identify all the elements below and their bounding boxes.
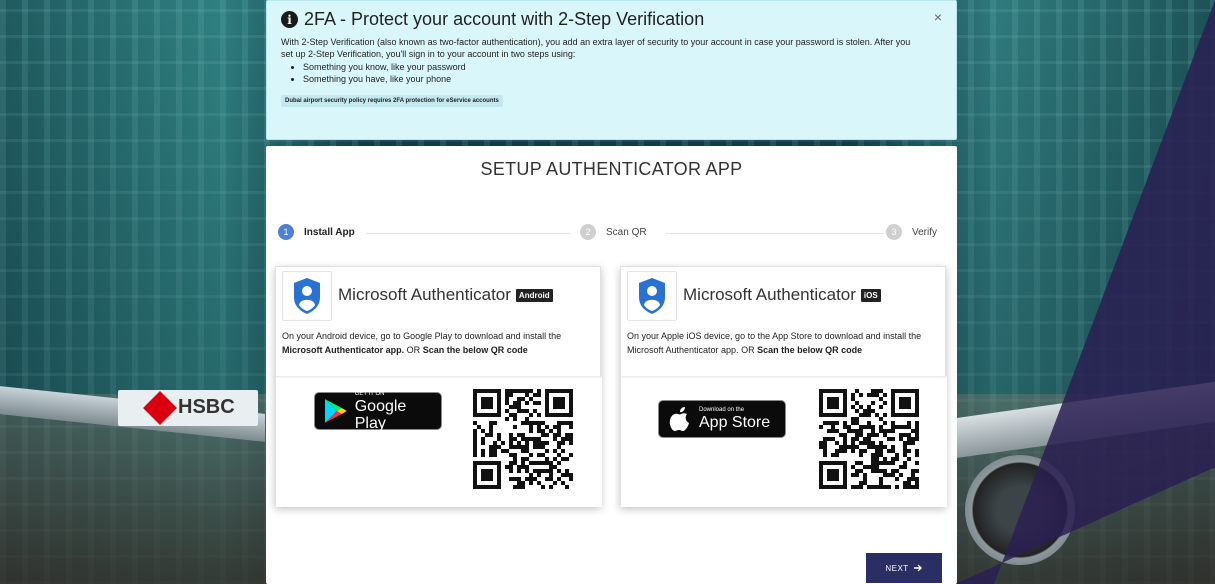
twofa-alert: i 2FA - Protect your account with 2-Step…: [266, 0, 957, 140]
ios-card: Microsoft Authenticator iOS On your Appl…: [620, 266, 947, 507]
card-header: Microsoft Authenticator Android: [276, 267, 600, 327]
store-big-text: App Store: [699, 414, 771, 431]
qr-code: [819, 389, 919, 489]
app-name: Microsoft Authenticator: [683, 285, 856, 304]
step-label: Scan QR: [606, 226, 647, 238]
step-number-1: 1: [278, 224, 294, 240]
arrow-right-icon: [913, 564, 922, 572]
panel-title: SETUP AUTHENTICATOR APP: [480, 159, 743, 179]
alert-title-row: i 2FA - Protect your account with 2-Step…: [281, 9, 942, 30]
step-label: Verify: [912, 226, 938, 238]
app-name: Microsoft Authenticator: [338, 285, 511, 304]
step-install-app: 1 Install App: [278, 224, 355, 240]
alert-title: 2FA - Protect your account with 2-Step V…: [304, 9, 705, 29]
app-name-row: Microsoft Authenticator iOS: [683, 285, 881, 305]
instruction-scan: Scan the below QR code: [757, 345, 863, 355]
android-card: Microsoft Authenticator Android On your …: [275, 266, 602, 507]
step-verify: 3 Verify: [886, 224, 937, 240]
card-header: Microsoft Authenticator iOS: [621, 267, 945, 327]
card-downloads: Download on the App Store: [621, 376, 947, 507]
store-small-text: GET IT ON: [354, 390, 385, 397]
setup-panel: SETUP AUTHENTICATOR APP 1 Install App 2 …: [266, 146, 957, 584]
app-store-button[interactable]: Download on the App Store: [658, 400, 786, 438]
instruction-or: OR: [738, 345, 758, 355]
alert-bullet: Something you have, like your phone: [303, 73, 921, 85]
store-big-text: Google Play: [354, 397, 407, 432]
alert-description: With 2-Step Verification (also known as …: [281, 37, 911, 59]
info-icon: i: [281, 11, 298, 28]
os-badge: Android: [515, 288, 553, 302]
step-connector: [366, 233, 570, 234]
alert-body: With 2-Step Verification (also known as …: [281, 36, 921, 85]
instruction-app-name: Microsoft Authenticator app.: [282, 345, 405, 355]
instruction-or: OR: [404, 345, 423, 355]
alert-bullet: Something you know, like your password: [303, 61, 921, 73]
install-instructions: On your Android device, go to Google Pla…: [276, 327, 600, 357]
step-number-3: 3: [886, 224, 902, 240]
install-instructions: On your Apple iOS device, go to the App …: [621, 327, 945, 357]
step-connector: [666, 233, 884, 234]
instruction-text: On your Android device, go to Google Pla…: [282, 331, 562, 341]
step-scan-qr: 2 Scan QR: [580, 224, 647, 240]
authenticator-app-icon: [627, 271, 677, 321]
google-play-icon: [324, 399, 347, 423]
next-button-label: NEXT: [885, 563, 909, 573]
instruction-scan: Scan the below QR code: [422, 345, 528, 355]
app-name-row: Microsoft Authenticator Android: [338, 285, 553, 305]
qr-code: [473, 389, 573, 489]
card-downloads: GET IT ON Google Play: [276, 376, 602, 507]
main-column: i 2FA - Protect your account with 2-Step…: [266, 0, 957, 584]
authenticator-app-icon: [282, 271, 332, 321]
os-badge: iOS: [860, 288, 881, 302]
google-play-button[interactable]: GET IT ON Google Play: [314, 390, 442, 432]
store-small-text: Download on the: [699, 407, 745, 413]
background-sign: HSBC: [118, 390, 258, 426]
step-label: Install App: [304, 226, 355, 238]
apple-icon: [669, 407, 689, 431]
step-number-2: 2: [580, 224, 596, 240]
policy-badge: Dubai airport security policy requires 2…: [281, 95, 503, 107]
alert-bullets: Something you know, like your password S…: [303, 61, 921, 85]
close-icon[interactable]: ×: [934, 9, 942, 25]
next-button[interactable]: NEXT: [866, 553, 942, 583]
stepper: 1 Install App 2 Scan QR 3 Verify: [278, 224, 942, 244]
